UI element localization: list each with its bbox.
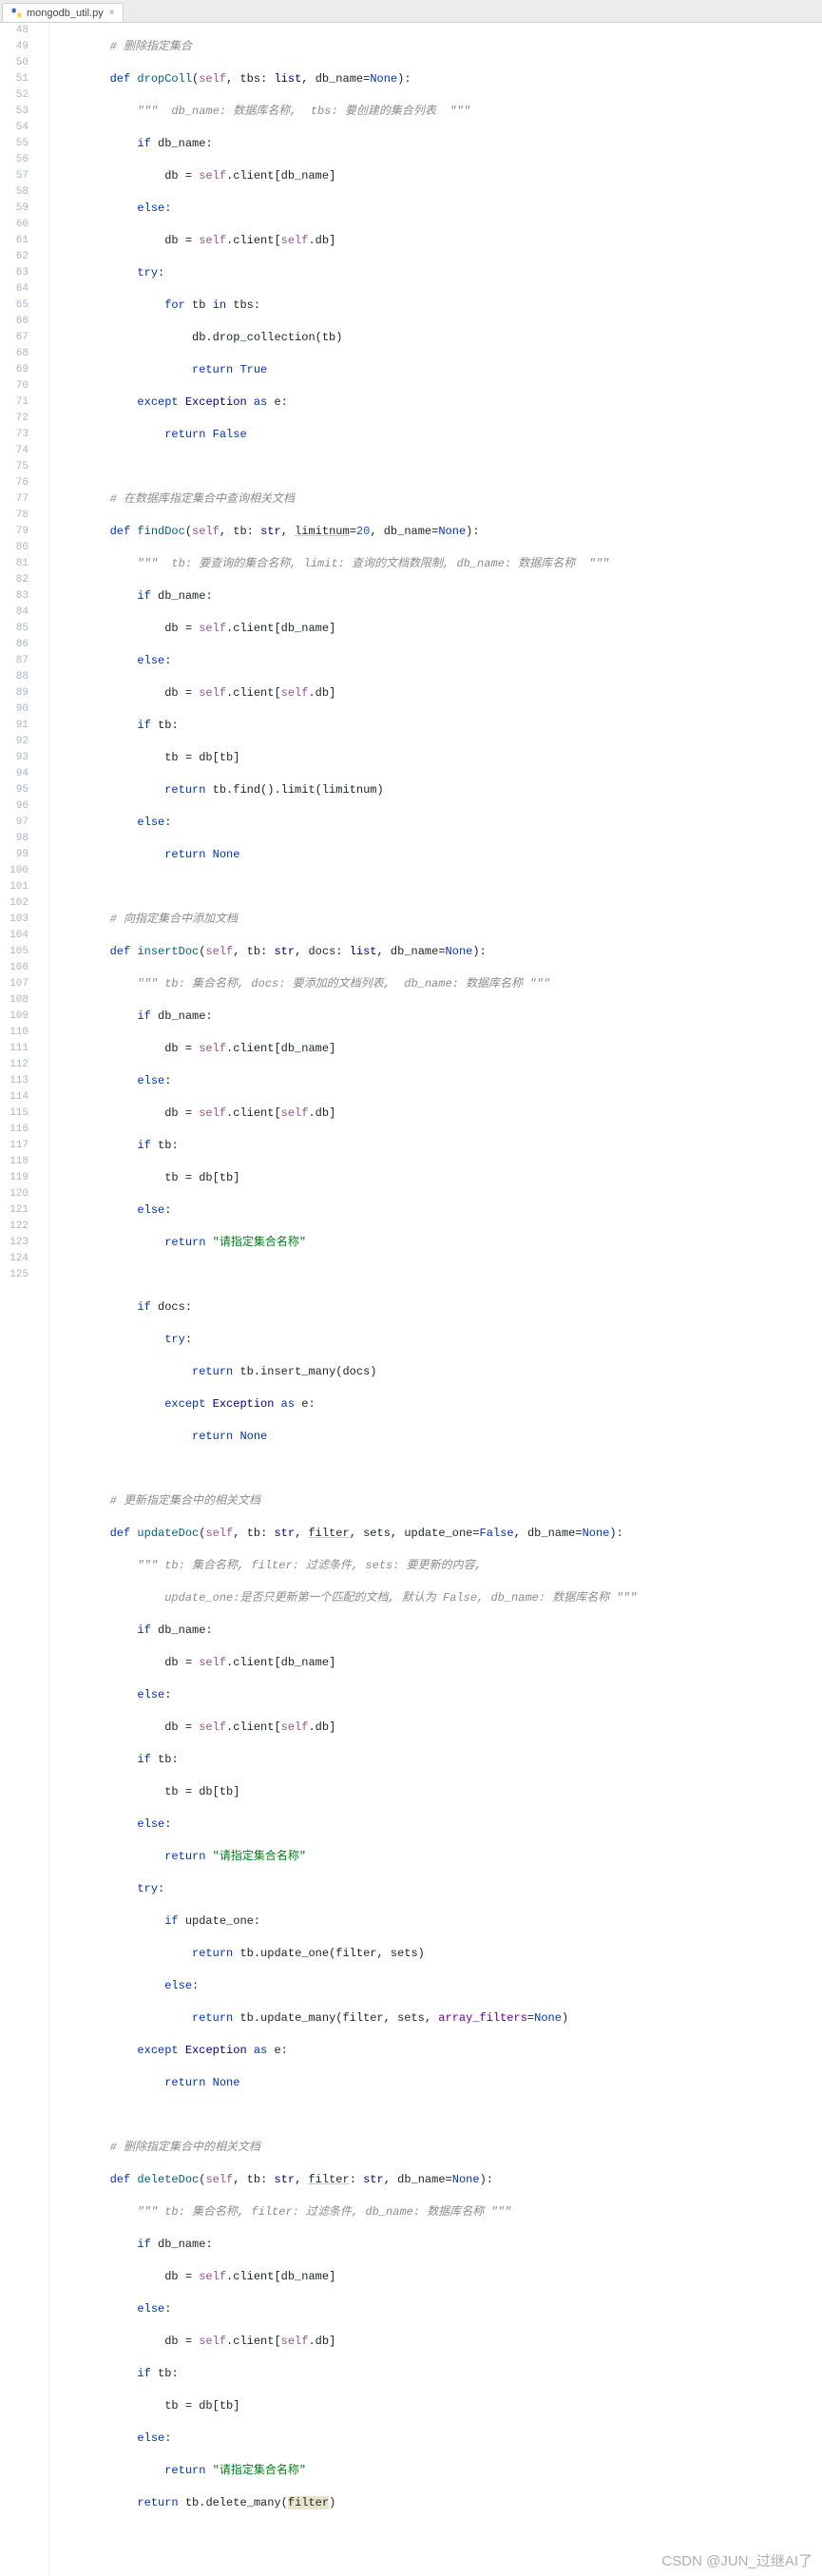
code-content[interactable]: # 删除指定集合 def dropColl(self, tbs: list, d… [49, 23, 822, 2576]
line-gutter: 4849505152535455565758596061626364656667… [0, 23, 36, 2576]
file-tab[interactable]: mongodb_util.py × [2, 3, 124, 22]
fold-column [36, 23, 49, 2576]
tab-bar: mongodb_util.py × [0, 0, 822, 23]
python-file-icon [10, 7, 23, 19]
close-icon[interactable]: × [109, 8, 115, 18]
code-editor[interactable]: 4849505152535455565758596061626364656667… [0, 23, 822, 2576]
tab-filename: mongodb_util.py [27, 8, 104, 19]
